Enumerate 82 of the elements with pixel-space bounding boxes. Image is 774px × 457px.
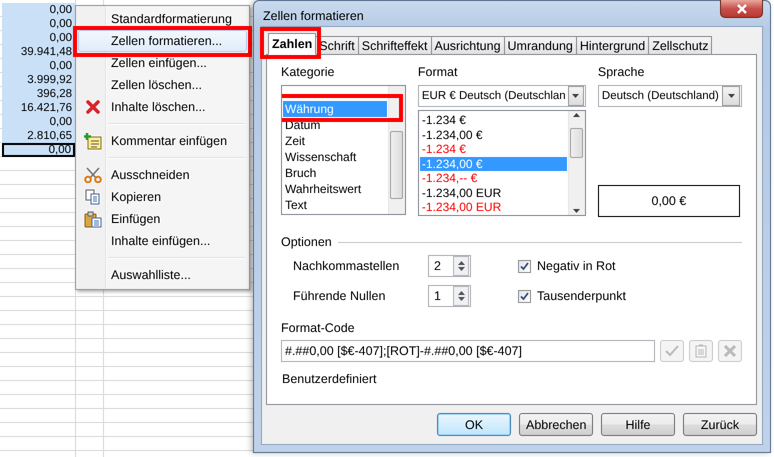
menu-item[interactable]: Kopieren: [78, 186, 247, 208]
list-item[interactable]: Zeit: [283, 133, 387, 149]
note-icon: [695, 344, 708, 358]
caret-icon[interactable]: [728, 94, 734, 98]
field-label: Sprache: [598, 65, 646, 79]
group-label: Optionen: [281, 235, 332, 249]
window-title: Zellen formatieren: [262, 8, 364, 22]
dialog-button[interactable]: OK: [437, 413, 511, 436]
delete-icon: [86, 100, 100, 114]
input-field[interactable]: #.##0,00 [$€-407];[ROT]-#.##0,00 [$€-407]: [281, 340, 656, 362]
tab[interactable]: Umrandung: [504, 36, 577, 55]
checkbox[interactable]: [518, 260, 531, 272]
tab[interactable]: Ausrichtung: [430, 36, 505, 55]
menu-item[interactable]: Zellen löschen...: [78, 74, 247, 96]
tab[interactable]: Hintergrund: [576, 36, 650, 55]
close-icon: [736, 4, 748, 14]
close-button[interactable]: [720, 0, 763, 18]
table-cell: 0,00: [2, 143, 75, 157]
tab[interactable]: Schrifteffekt: [358, 36, 432, 55]
table-cell: 0,00: [2, 59, 75, 73]
checkmark-button[interactable]: [660, 340, 684, 362]
field-label: Format: [418, 65, 458, 79]
caret-icon[interactable]: [572, 94, 580, 98]
field-label: Format-Code: [281, 321, 356, 335]
scrollbar[interactable]: [388, 86, 405, 214]
spin-arrows-icon[interactable]: [458, 260, 464, 272]
delete-icon: [724, 345, 736, 357]
list-item[interactable]: Wissenschaft: [283, 149, 387, 165]
list-item[interactable]: -1.234 €: [420, 113, 567, 128]
spin-arrows-icon[interactable]: [458, 290, 464, 302]
table-cell: 396,28: [2, 87, 75, 101]
menu-item[interactable]: Kommentar einfügen: [78, 130, 247, 152]
menu-item[interactable]: Inhalte einfügen...: [78, 230, 247, 252]
tab[interactable]: Zahlen: [268, 33, 316, 55]
list-item[interactable]: Wahrheitswert: [283, 181, 387, 197]
list-item[interactable]: -1.234,00 €: [420, 128, 567, 142]
list-item[interactable]: -1.234,-- €: [420, 171, 567, 186]
dropdown[interactable]: Deutsch (Deutschland): [598, 85, 742, 107]
spin-field[interactable]: 2: [428, 255, 471, 277]
clipboard-icon: [84, 210, 102, 228]
list-item[interactable]: Bruch: [283, 165, 387, 181]
list-item[interactable]: -1.234,00 EUR: [420, 186, 567, 200]
menu-item[interactable]: Zellen einfügen...: [78, 52, 247, 74]
scroll-up-icon[interactable]: [573, 113, 580, 117]
scissors-icon: [84, 167, 102, 183]
format-type-text: Benutzerdefiniert: [281, 372, 378, 386]
table-cell: 39.941,48: [2, 45, 75, 59]
checkbox[interactable]: [518, 290, 531, 302]
scrollbar[interactable]: [568, 111, 585, 215]
table-cell: 2.810,65: [2, 129, 75, 143]
dialog-button[interactable]: Zurück: [683, 413, 757, 436]
table-cell: 3.999,92: [2, 73, 75, 87]
table-cell: 0,00: [2, 3, 75, 17]
dialog-button[interactable]: Abbrechen: [519, 413, 593, 436]
menu-item[interactable]: Zellen formatieren...: [78, 30, 247, 52]
field-label: Nachkommastellen: [293, 259, 400, 273]
list-item[interactable]: -1.234,00 EUR: [420, 200, 567, 214]
scroll-down-icon[interactable]: [573, 209, 580, 213]
dropdown[interactable]: EUR € Deutsch (Deutschlan: [418, 85, 586, 107]
menu-item[interactable]: Auswahlliste...: [78, 264, 247, 286]
note-plus-icon: [84, 132, 102, 150]
menu-item[interactable]: Einfügen: [78, 208, 247, 230]
menu-item[interactable]: Ausschneiden: [78, 164, 247, 186]
checkbox-label: Negativ in Rot: [537, 259, 616, 273]
table-cell: 0,00: [2, 115, 75, 129]
dialog-button[interactable]: Hilfe: [601, 413, 675, 436]
list-item[interactable]: -1.234 €: [420, 142, 567, 156]
checkbox-label: Tausenderpunkt: [537, 289, 626, 303]
menu-item[interactable]: Standardformatierung: [78, 8, 247, 30]
preview-box: 0,00 €: [598, 185, 740, 217]
table-cell: 0,00: [2, 17, 75, 31]
scroll-thumb[interactable]: [570, 128, 584, 158]
tab[interactable]: Zellschutz: [648, 36, 712, 55]
field-label: Führende Nullen: [293, 289, 386, 303]
copy-icon: [85, 189, 101, 205]
list-item[interactable]: Text: [283, 197, 387, 213]
spin-field[interactable]: 1: [428, 285, 471, 307]
menu-item[interactable]: Inhalte löschen...: [78, 96, 247, 118]
table-cell: 16.421,76: [2, 101, 75, 115]
checkmark-icon: [665, 345, 680, 357]
field-label: Kategorie: [281, 65, 336, 79]
table-cell: 0,00: [2, 31, 75, 45]
